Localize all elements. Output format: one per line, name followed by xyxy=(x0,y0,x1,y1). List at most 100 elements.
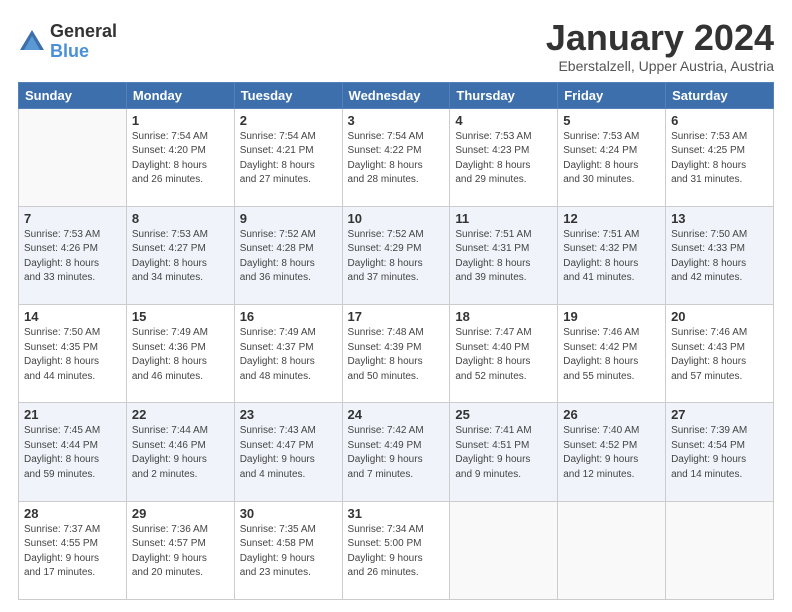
day-info: Sunrise: 7:39 AM Sunset: 4:54 PM Dayligh… xyxy=(671,424,768,482)
day-cell: 15 Sunrise: 7:49 AM Sunset: 4:36 PM Dayli… xyxy=(126,305,234,403)
day-info: Sunrise: 7:49 AM Sunset: 4:37 PM Dayligh… xyxy=(240,326,337,384)
day-number: 26 xyxy=(563,407,660,422)
day-info: Sunrise: 7:42 AM Sunset: 4:49 PM Dayligh… xyxy=(348,424,445,482)
day-number: 6 xyxy=(671,113,768,128)
day-info: Sunrise: 7:53 AM Sunset: 4:24 PM Dayligh… xyxy=(563,130,660,188)
day-cell: 8 Sunrise: 7:53 AM Sunset: 4:27 PM Daylig… xyxy=(126,206,234,304)
day-header-saturday: Saturday xyxy=(666,82,774,108)
day-cell xyxy=(19,108,127,206)
day-info: Sunrise: 7:44 AM Sunset: 4:46 PM Dayligh… xyxy=(132,424,229,482)
day-info: Sunrise: 7:54 AM Sunset: 4:21 PM Dayligh… xyxy=(240,130,337,188)
day-cell: 9Sunrise: 7:52 AM Sunset: 4:28 PM Daylig… xyxy=(234,206,342,304)
day-cell: 29 Sunrise: 7:36 AM Sunset: 4:57 PM Dayli… xyxy=(126,501,234,599)
day-info: Sunrise: 7:51 AM Sunset: 4:31 PM Dayligh… xyxy=(455,228,552,286)
day-info: Sunrise: 7:54 AM Sunset: 4:22 PM Dayligh… xyxy=(348,130,445,188)
day-info: Sunrise: 7:41 AM Sunset: 4:51 PM Dayligh… xyxy=(455,424,552,482)
day-cell xyxy=(450,501,558,599)
day-number: 18 xyxy=(455,309,552,324)
title-block: January 2024 Eberstalzell, Upper Austria… xyxy=(546,18,774,74)
week-row-2: 7 Sunrise: 7:53 AM Sunset: 4:26 PM Daylig… xyxy=(19,206,774,304)
day-info: Sunrise: 7:35 AM Sunset: 4:58 PM Dayligh… xyxy=(240,523,337,581)
day-info: Sunrise: 7:50 AM Sunset: 4:35 PM Dayligh… xyxy=(24,326,121,384)
day-info: Sunrise: 7:47 AM Sunset: 4:40 PM Dayligh… xyxy=(455,326,552,384)
day-cell: 13Sunrise: 7:50 AM Sunset: 4:33 PM Dayli… xyxy=(666,206,774,304)
day-number: 17 xyxy=(348,309,445,324)
day-number: 4 xyxy=(455,113,552,128)
day-cell: 25Sunrise: 7:41 AM Sunset: 4:51 PM Dayli… xyxy=(450,403,558,501)
week-row-5: 28 Sunrise: 7:37 AM Sunset: 4:55 PM Dayli… xyxy=(19,501,774,599)
day-info: Sunrise: 7:45 AM Sunset: 4:44 PM Dayligh… xyxy=(24,424,121,482)
day-info: Sunrise: 7:50 AM Sunset: 4:33 PM Dayligh… xyxy=(671,228,768,286)
week-row-1: 1Sunrise: 7:54 AM Sunset: 4:20 PM Daylig… xyxy=(19,108,774,206)
day-number: 15 xyxy=(132,309,229,324)
day-cell: 3 Sunrise: 7:54 AM Sunset: 4:22 PM Daylig… xyxy=(342,108,450,206)
day-info: Sunrise: 7:51 AM Sunset: 4:32 PM Dayligh… xyxy=(563,228,660,286)
day-number: 2 xyxy=(240,113,337,128)
day-number: 19 xyxy=(563,309,660,324)
day-number: 28 xyxy=(24,506,121,521)
day-cell: 21 Sunrise: 7:45 AM Sunset: 4:44 PM Dayli… xyxy=(19,403,127,501)
day-cell: 24Sunrise: 7:42 AM Sunset: 4:49 PM Dayli… xyxy=(342,403,450,501)
day-info: Sunrise: 7:46 AM Sunset: 4:42 PM Dayligh… xyxy=(563,326,660,384)
main-title: January 2024 xyxy=(546,18,774,58)
header: General Blue January 2024 Eberstalzell, … xyxy=(18,18,774,74)
day-info: Sunrise: 7:36 AM Sunset: 4:57 PM Dayligh… xyxy=(132,523,229,581)
day-number: 14 xyxy=(24,309,121,324)
day-number: 22 xyxy=(132,407,229,422)
day-info: Sunrise: 7:53 AM Sunset: 4:27 PM Dayligh… xyxy=(132,228,229,286)
day-info: Sunrise: 7:52 AM Sunset: 4:28 PM Dayligh… xyxy=(240,228,337,286)
day-number: 10 xyxy=(348,211,445,226)
logo-general: General xyxy=(50,22,117,42)
day-number: 5 xyxy=(563,113,660,128)
day-cell: 16 Sunrise: 7:49 AM Sunset: 4:37 PM Dayli… xyxy=(234,305,342,403)
subtitle: Eberstalzell, Upper Austria, Austria xyxy=(546,58,774,74)
day-header-tuesday: Tuesday xyxy=(234,82,342,108)
header-row: SundayMondayTuesdayWednesdayThursdayFrid… xyxy=(19,82,774,108)
day-info: Sunrise: 7:53 AM Sunset: 4:23 PM Dayligh… xyxy=(455,130,552,188)
day-cell: 14 Sunrise: 7:50 AM Sunset: 4:35 PM Dayli… xyxy=(19,305,127,403)
day-header-thursday: Thursday xyxy=(450,82,558,108)
day-info: Sunrise: 7:43 AM Sunset: 4:47 PM Dayligh… xyxy=(240,424,337,482)
day-number: 3 xyxy=(348,113,445,128)
calendar-table: SundayMondayTuesdayWednesdayThursdayFrid… xyxy=(18,82,774,600)
logo-icon xyxy=(18,28,46,56)
day-number: 29 xyxy=(132,506,229,521)
logo-blue: Blue xyxy=(50,42,117,62)
day-info: Sunrise: 7:53 AM Sunset: 4:26 PM Dayligh… xyxy=(24,228,121,286)
logo-text: General Blue xyxy=(50,22,117,62)
day-cell: 12 Sunrise: 7:51 AM Sunset: 4:32 PM Dayli… xyxy=(558,206,666,304)
day-info: Sunrise: 7:49 AM Sunset: 4:36 PM Dayligh… xyxy=(132,326,229,384)
day-number: 27 xyxy=(671,407,768,422)
day-cell xyxy=(666,501,774,599)
day-cell: 20Sunrise: 7:46 AM Sunset: 4:43 PM Dayli… xyxy=(666,305,774,403)
day-cell: 27 Sunrise: 7:39 AM Sunset: 4:54 PM Dayli… xyxy=(666,403,774,501)
day-number: 31 xyxy=(348,506,445,521)
day-cell xyxy=(558,501,666,599)
day-cell: 7 Sunrise: 7:53 AM Sunset: 4:26 PM Daylig… xyxy=(19,206,127,304)
logo: General Blue xyxy=(18,22,117,62)
week-row-4: 21 Sunrise: 7:45 AM Sunset: 4:44 PM Dayli… xyxy=(19,403,774,501)
day-number: 23 xyxy=(240,407,337,422)
day-info: Sunrise: 7:34 AM Sunset: 5:00 PM Dayligh… xyxy=(348,523,445,581)
day-info: Sunrise: 7:54 AM Sunset: 4:20 PM Dayligh… xyxy=(132,130,229,188)
day-number: 21 xyxy=(24,407,121,422)
day-info: Sunrise: 7:40 AM Sunset: 4:52 PM Dayligh… xyxy=(563,424,660,482)
day-number: 8 xyxy=(132,211,229,226)
day-number: 16 xyxy=(240,309,337,324)
day-cell: 17 Sunrise: 7:48 AM Sunset: 4:39 PM Dayli… xyxy=(342,305,450,403)
day-info: Sunrise: 7:48 AM Sunset: 4:39 PM Dayligh… xyxy=(348,326,445,384)
day-cell: 23 Sunrise: 7:43 AM Sunset: 4:47 PM Dayli… xyxy=(234,403,342,501)
day-header-sunday: Sunday xyxy=(19,82,127,108)
day-cell: 28 Sunrise: 7:37 AM Sunset: 4:55 PM Dayli… xyxy=(19,501,127,599)
day-info: Sunrise: 7:37 AM Sunset: 4:55 PM Dayligh… xyxy=(24,523,121,581)
day-header-friday: Friday xyxy=(558,82,666,108)
day-number: 12 xyxy=(563,211,660,226)
day-number: 7 xyxy=(24,211,121,226)
day-cell: 6Sunrise: 7:53 AM Sunset: 4:25 PM Daylig… xyxy=(666,108,774,206)
day-number: 11 xyxy=(455,211,552,226)
week-row-3: 14 Sunrise: 7:50 AM Sunset: 4:35 PM Dayli… xyxy=(19,305,774,403)
day-cell: 1Sunrise: 7:54 AM Sunset: 4:20 PM Daylig… xyxy=(126,108,234,206)
day-cell: 11 Sunrise: 7:51 AM Sunset: 4:31 PM Dayli… xyxy=(450,206,558,304)
day-cell: 4 Sunrise: 7:53 AM Sunset: 4:23 PM Daylig… xyxy=(450,108,558,206)
day-number: 20 xyxy=(671,309,768,324)
